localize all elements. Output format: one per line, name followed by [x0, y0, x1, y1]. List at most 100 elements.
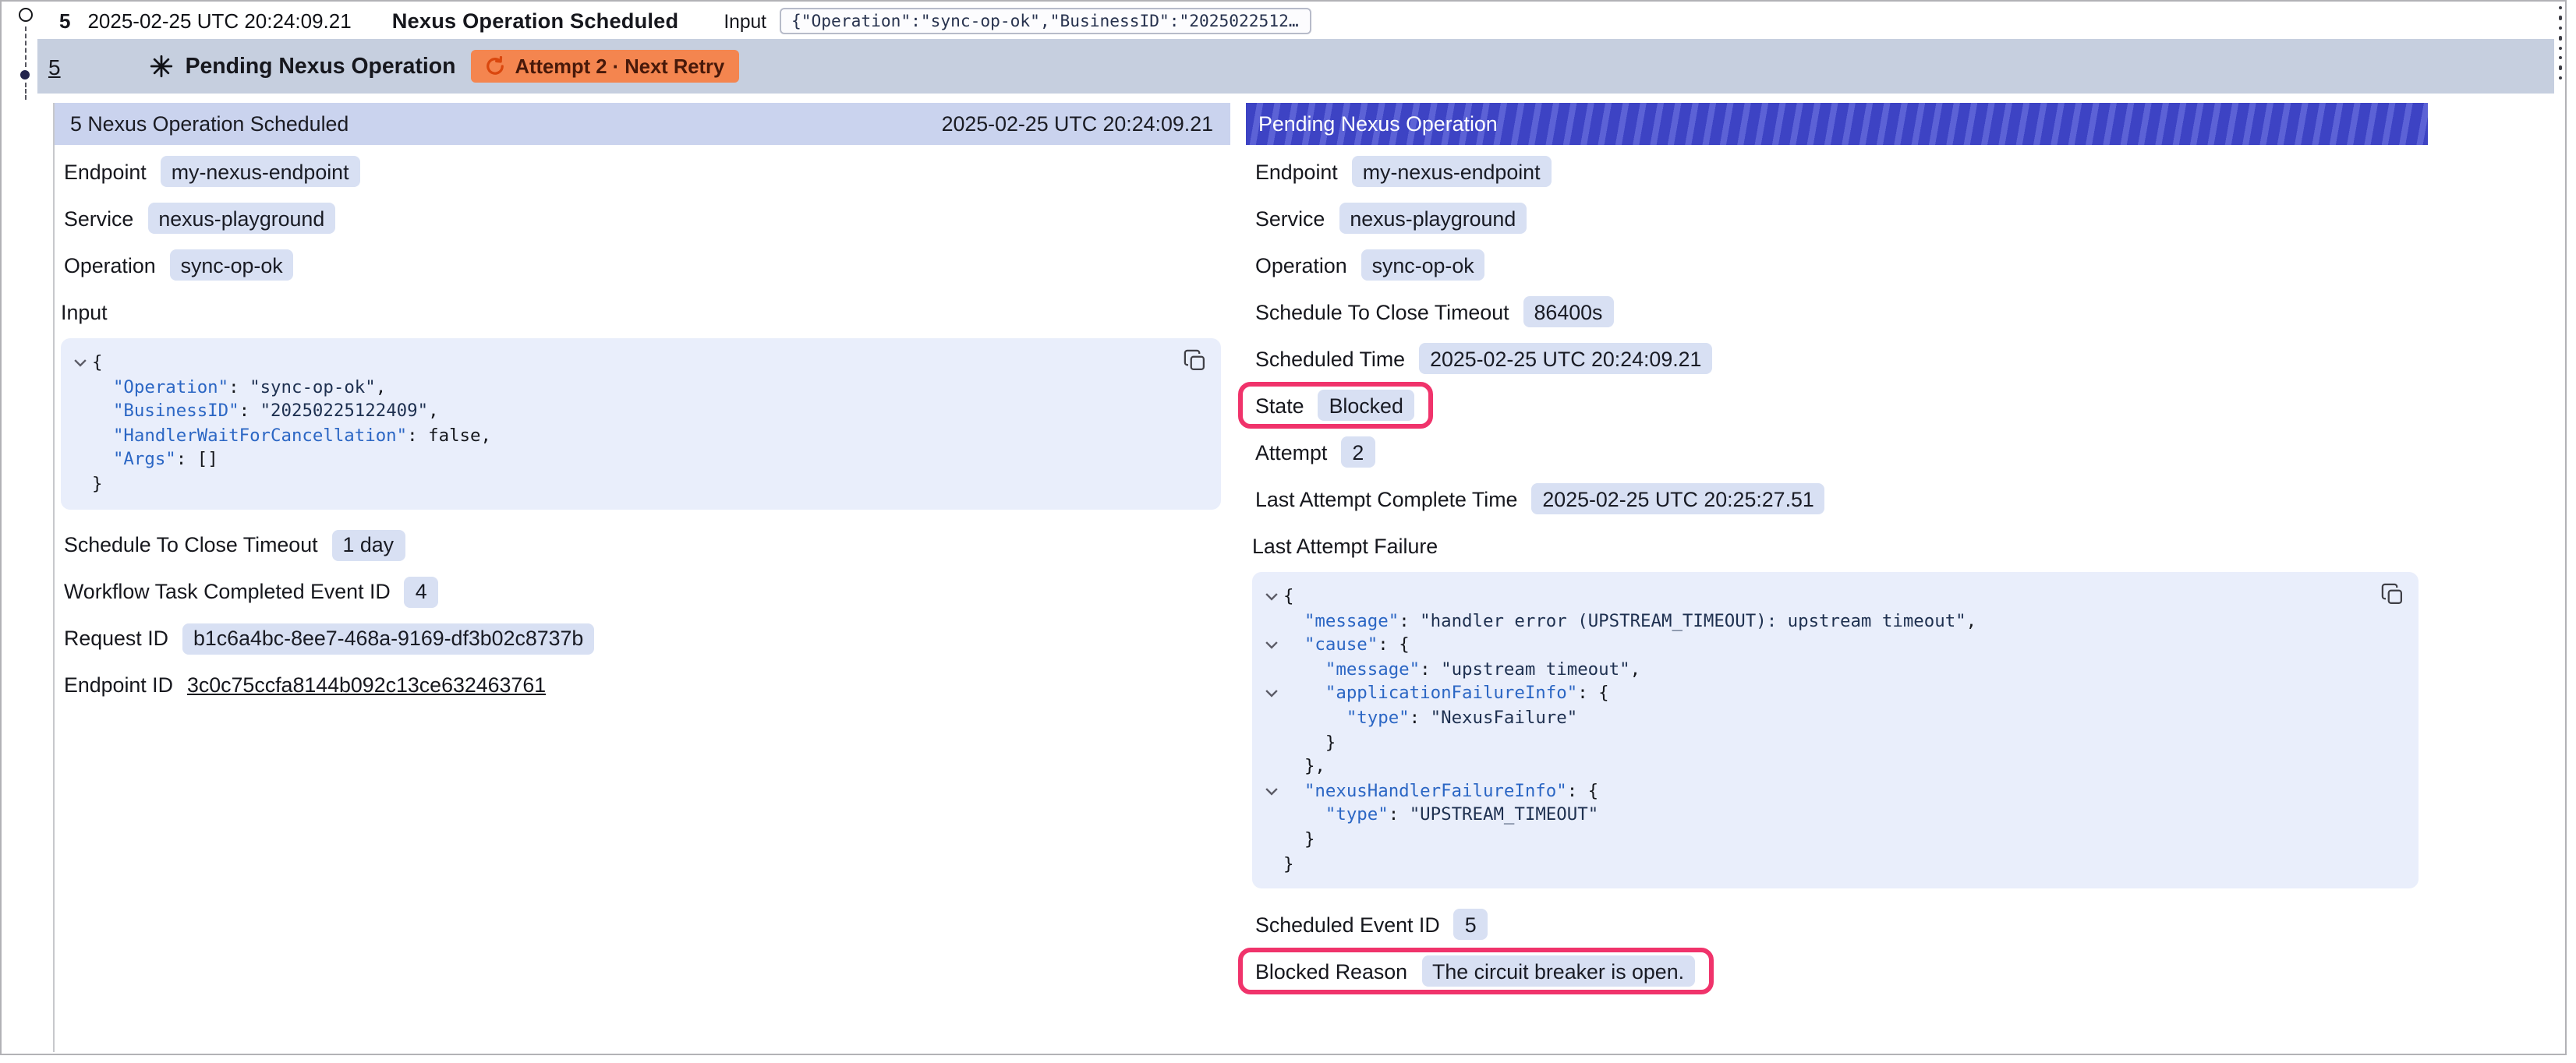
code-line: } [1260, 730, 2406, 754]
field-value-chip: my-nexus-endpoint [161, 156, 360, 187]
field-attempt: Attempt2 [1252, 429, 2419, 475]
field-workflow-task-completed-event-id: Workflow Task Completed Event ID4 [61, 568, 1221, 615]
history-row-nexus-operation-scheduled[interactable]: 5 2025-02-25 UTC 20:24:09.21 Nexus Opera… [37, 3, 2554, 39]
field-label: Blocked Reason [1255, 959, 1407, 983]
field-row: Operationsync-op-ok [61, 249, 297, 281]
endpoint-id-link[interactable]: 3c0c75ccfa8144b092c13ce632463761 [187, 673, 546, 697]
code-text: "Operation": "sync-op-ok", [92, 375, 386, 399]
field-endpoint: Endpoint my-nexus-endpoint [61, 148, 1221, 195]
field-label: Attempt [1255, 440, 1327, 464]
field-label: Endpoint [64, 160, 147, 183]
field-row: Workflow Task Completed Event ID4 [61, 576, 441, 607]
timeline-filled-node-icon [20, 70, 30, 79]
field-row: Endpoint ID 3c0c75ccfa8144b092c13ce632463… [61, 673, 549, 697]
input-json-preview: {"Operation":"sync-op-ok","BusinessID":"… [779, 8, 1311, 34]
code-gutter [1260, 658, 1283, 682]
field-label: Request ID [64, 627, 168, 650]
panel-header-timestamp: 2025-02-25 UTC 20:24:09.21 [942, 112, 1213, 136]
pending-panel-body: Endpointmy-nexus-endpointServicenexus-pl… [1246, 145, 2428, 994]
field-value-chip: b1c6a4bc-8ee7-468a-9169-df3b02c8737b [182, 623, 594, 654]
code-gutter [69, 375, 92, 399]
code-text: "HandlerWaitForCancellation": false, [92, 424, 491, 448]
scrollbar-dot [2559, 36, 2563, 40]
event-history-view: 5 2025-02-25 UTC 20:24:09.21 Nexus Opera… [0, 0, 2576, 1063]
event-title: Nexus Operation Scheduled [392, 9, 679, 33]
field-value-chip: nexus-playground [147, 203, 335, 234]
field-label: Endpoint ID [64, 673, 173, 697]
field-label: Scheduled Event ID [1255, 913, 1440, 936]
code-gutter [1260, 803, 1283, 828]
field-request-id: Request ID b1c6a4bc-8ee7-468a-9169-df3b02… [61, 615, 1221, 662]
copy-icon[interactable] [2381, 583, 2404, 606]
field-label: Workflow Task Completed Event ID [64, 580, 391, 603]
scheduled-panel-header: 5 Nexus Operation Scheduled 2025-02-25 U… [55, 103, 1230, 145]
code-line: "cause": { [1260, 633, 2406, 657]
code-text: { [92, 351, 103, 375]
code-text: "type": "UPSTREAM_TIMEOUT" [1283, 803, 1598, 828]
code-line: "Args": [] [69, 448, 1208, 472]
event-id-link[interactable]: 5 [48, 54, 61, 79]
field-value-chip: 2025-02-25 UTC 20:25:27.51 [1531, 483, 1824, 514]
scrollbar-dot [2559, 76, 2563, 79]
code-text: "type": "NexusFailure" [1283, 706, 1577, 730]
code-line: "HandlerWaitForCancellation": false, [69, 424, 1208, 448]
field-row: Service nexus-playground [61, 203, 338, 234]
copy-icon[interactable] [1184, 349, 1207, 373]
code-gutter [1260, 706, 1283, 730]
field-row: Servicenexus-playground [1252, 203, 1530, 234]
field-last-attempt-complete-time: Last Attempt Complete Time 2025-02-25 UTC… [1252, 475, 2419, 522]
scrollbar[interactable] [2557, 6, 2564, 79]
field-schedule-to-close-timeout: Schedule To Close Timeout1 day [61, 521, 1221, 568]
field-schedule-to-close-timeout: Schedule To Close Timeout86400s [1252, 288, 2419, 335]
field-label: Last Attempt Complete Time [1255, 487, 1517, 510]
chevron-down-icon[interactable] [1260, 633, 1283, 657]
field-service: Service nexus-playground [61, 195, 1221, 242]
asterisk-icon [150, 55, 173, 78]
code-text: "Args": [] [92, 448, 218, 472]
field-operation: Operationsync-op-ok [61, 242, 1221, 288]
code-gutter [69, 472, 92, 496]
panel-header-title: 5 Nexus Operation Scheduled [70, 112, 349, 136]
event-id: 5 [59, 9, 70, 33]
code-text: "cause": { [1283, 633, 1410, 657]
field-value-chip: The circuit breaker is open. [1421, 955, 1695, 987]
code-line: } [1260, 828, 2406, 852]
chevron-down-icon[interactable] [1260, 779, 1283, 803]
scrollbar-dot [2559, 56, 2563, 60]
timeline-dashed-connector [24, 83, 26, 100]
field-label: State [1255, 394, 1304, 417]
field-blocked-reason: Blocked Reason The circuit breaker is ope… [1252, 948, 2419, 994]
chevron-down-icon[interactable] [69, 351, 92, 375]
code-gutter [1260, 828, 1283, 852]
field-label: Service [64, 207, 133, 230]
refresh-clockwise-icon [485, 56, 505, 76]
scrollbar-dot [2559, 6, 2563, 10]
field-input: Input [61, 288, 1221, 335]
field-label: Last Attempt Failure [1252, 534, 1438, 557]
event-history-frame: 5 2025-02-25 UTC 20:24:09.21 Nexus Opera… [0, 0, 2567, 1055]
field-row: Scheduled Time2025-02-25 UTC 20:24:09.21 [1252, 343, 1715, 374]
field-operation: Operationsync-op-ok [1252, 242, 2419, 288]
code-gutter [1260, 754, 1283, 779]
field-label: Input [61, 300, 108, 323]
code-gutter [1260, 730, 1283, 754]
field-label: Endpoint [1255, 160, 1338, 183]
field-row: Endpoint my-nexus-endpoint [61, 156, 363, 187]
chevron-down-icon[interactable] [1260, 584, 1283, 609]
annotation-highlight: StateBlocked [1252, 390, 1417, 421]
field-scheduled-event-id: Scheduled Event ID5 [1252, 901, 2419, 948]
input-json-viewer: { "Operation": "sync-op-ok", "BusinessID… [61, 338, 1221, 509]
history-row-pending-nexus-operation[interactable]: 5 Pending Nexus Operation Attempt 2 · Ne… [37, 39, 2554, 94]
code-text: "applicationFailureInfo": { [1283, 682, 1609, 706]
field-row: Schedule To Close Timeout86400s [1252, 296, 1616, 327]
chevron-down-icon[interactable] [1260, 682, 1283, 706]
code-line: "BusinessID": "20250225122409", [69, 399, 1208, 423]
code-text: "message": "handler error (UPSTREAM_TIME… [1283, 609, 1976, 633]
code-line: "message": "upstream timeout", [1260, 658, 2406, 682]
scrollbar-dot [2559, 16, 2563, 20]
code-line: { [1260, 584, 2406, 609]
field-service: Servicenexus-playground [1252, 195, 2419, 242]
event-detail-panel-scheduled: 5 Nexus Operation Scheduled 2025-02-25 U… [53, 103, 1230, 1052]
field-endpoint-id: Endpoint ID 3c0c75ccfa8144b092c13ce632463… [61, 662, 1221, 708]
field-value-chip: 2025-02-25 UTC 20:24:09.21 [1419, 343, 1712, 374]
